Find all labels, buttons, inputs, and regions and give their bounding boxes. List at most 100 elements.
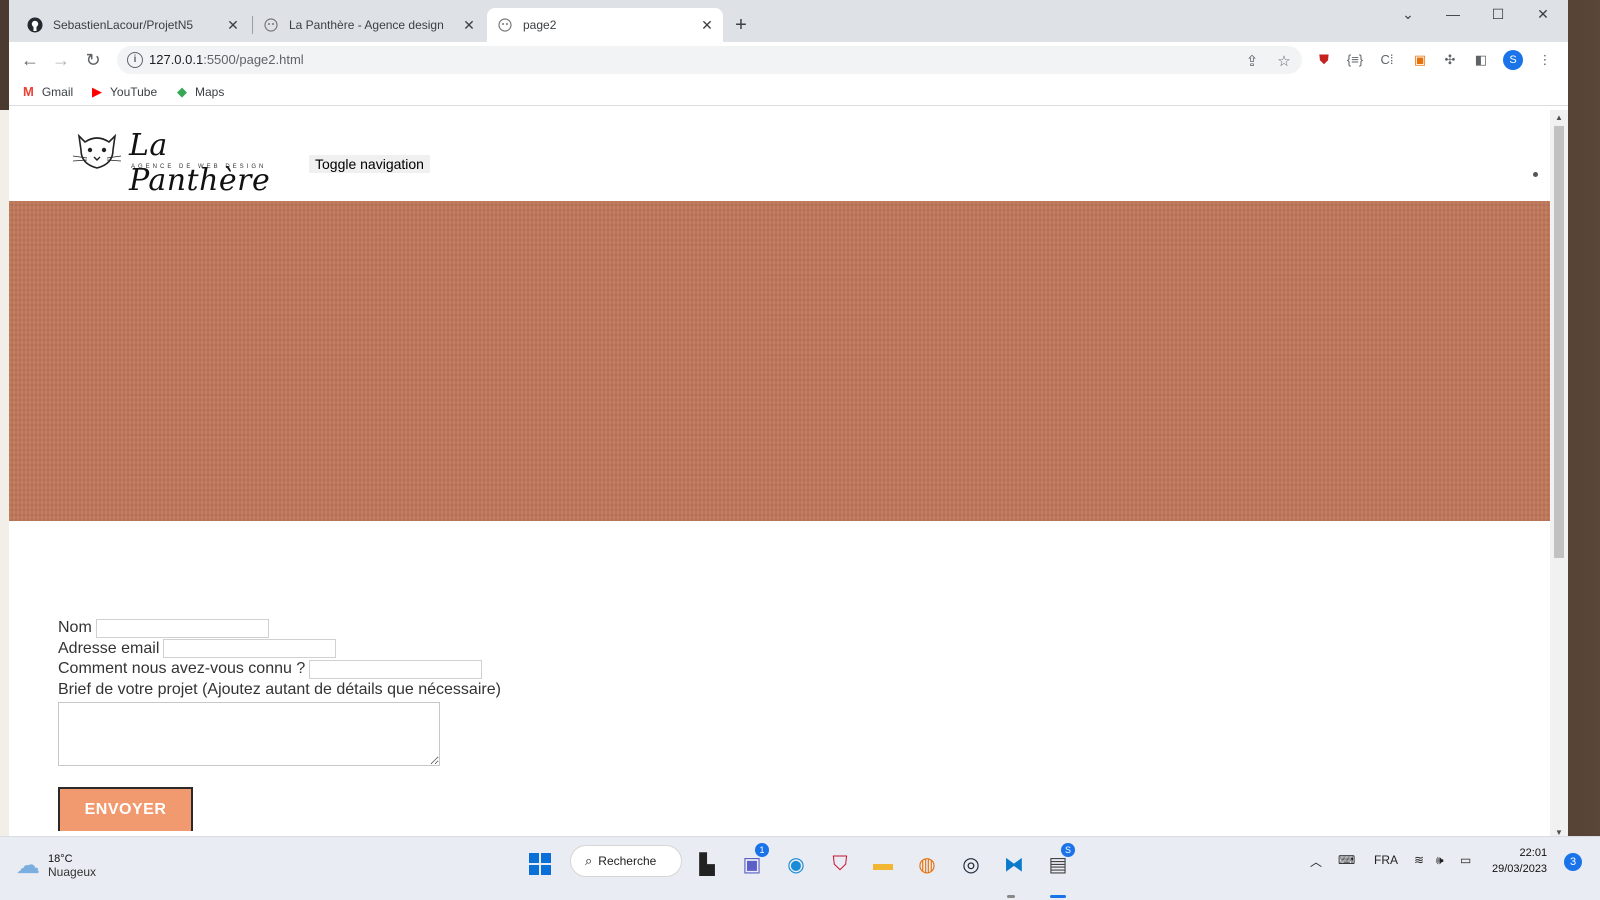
source-row: Comment nous avez-vous connu ?	[58, 659, 501, 680]
hero-banner	[9, 201, 1550, 521]
tab-github[interactable]: SebastienLacour/ProjetN5 ✕	[17, 8, 249, 42]
bookmark-gmail[interactable]: M Gmail	[23, 84, 73, 99]
browser-window: SebastienLacour/ProjetN5 ✕ La Panthère -…	[9, 0, 1568, 840]
file-explorer-icon[interactable]: ▬	[868, 849, 898, 879]
chrome-canary-icon[interactable]: ◍	[912, 849, 942, 879]
tab-page2[interactable]: page2 ✕	[487, 8, 723, 42]
keyboard-icon[interactable]: ⌨	[1338, 853, 1355, 867]
close-window-icon[interactable]: ✕	[1533, 6, 1553, 23]
close-tab-icon[interactable]: ✕	[225, 17, 241, 34]
email-row: Adresse email	[58, 639, 501, 660]
bookmarks-bar: M Gmail ▶ YouTube ◆ Maps	[9, 78, 1568, 106]
name-input[interactable]	[95, 618, 269, 638]
gmail-icon: M	[23, 84, 34, 99]
volume-icon[interactable]: 🕪	[1436, 853, 1444, 868]
bookmark-label: Maps	[195, 85, 225, 99]
shield-extension-icon[interactable]: ⛊	[1315, 52, 1333, 68]
wifi-icon[interactable]: ≋	[1414, 853, 1424, 867]
language-indicator[interactable]: FRA	[1374, 853, 1398, 867]
nav-dot	[1533, 172, 1538, 177]
browser-toolbar: ← → ↻ i 127.0.0.1:5500/page2.html ⇪ ☆ ⛊ …	[9, 42, 1568, 78]
back-arrow-icon[interactable]: ←	[20, 50, 40, 70]
toggle-navigation-button[interactable]: Toggle navigation	[309, 155, 430, 173]
windows-start-icon[interactable]	[525, 849, 555, 879]
bookmark-youtube[interactable]: ▶ YouTube	[92, 84, 157, 100]
search-icon: ⌕	[585, 853, 593, 868]
cloud-icon: ☁	[16, 852, 40, 879]
clock-date: 29/03/2023	[1492, 863, 1548, 875]
tray-chevron-icon[interactable]: ︿	[1310, 853, 1322, 870]
profile-avatar[interactable]: S	[1503, 50, 1523, 70]
tab-title: page2	[523, 18, 557, 32]
page-viewport: La Panthère AGENCE DE WEB DESIGN Toggle …	[9, 110, 1550, 840]
source-label: Comment nous avez-vous connu ?	[58, 660, 306, 678]
off-extension-icon[interactable]: ▣	[1411, 52, 1429, 68]
teams-badge: 1	[755, 843, 769, 857]
c-extension-icon[interactable]: C⁞	[1378, 52, 1396, 68]
bookmark-maps[interactable]: ◆ Maps	[177, 84, 224, 100]
close-tab-icon[interactable]: ✕	[461, 17, 477, 34]
tab-search-chevron-icon[interactable]: ⌄	[1398, 6, 1418, 23]
taskbar-search[interactable]: ⌕ Recherche	[570, 845, 682, 877]
side-panel-icon[interactable]: ◧	[1472, 52, 1490, 68]
minimize-icon[interactable]: —	[1443, 6, 1463, 22]
name-label: Nom	[58, 619, 92, 637]
json-extension-icon[interactable]: {≡}	[1346, 52, 1364, 68]
url-text: 127.0.0.1:5500/page2.html	[149, 52, 304, 67]
email-label: Adresse email	[58, 639, 160, 657]
tab-title: SebastienLacour/ProjetN5	[53, 18, 194, 32]
page-scrollbar[interactable]: ▲ ▼	[1550, 110, 1568, 840]
tab-la-panthere[interactable]: La Panthère - Agence design ✕	[253, 8, 485, 42]
weather-temp: 18°C	[48, 852, 73, 865]
reload-icon[interactable]: ↻	[83, 50, 103, 70]
new-tab-icon[interactable]: +	[729, 14, 753, 37]
site-info-icon[interactable]: i	[127, 52, 143, 68]
brief-label: Brief de votre projet (Ajoutez autant de…	[58, 680, 501, 698]
contact-form: Nom Adresse email Comment nous avez-vous…	[58, 618, 501, 771]
steam-icon[interactable]: ◎	[956, 849, 986, 879]
edge-icon[interactable]: ◉	[781, 849, 811, 879]
notepad-badge: S	[1061, 843, 1075, 857]
brief-textarea[interactable]	[58, 702, 440, 766]
source-input[interactable]	[309, 659, 483, 679]
menu-kebab-icon[interactable]: ⋮	[1536, 52, 1554, 68]
logo-subtitle: AGENCE DE WEB DESIGN	[131, 164, 267, 170]
address-bar[interactable]: i 127.0.0.1:5500/page2.html ⇪ ☆	[117, 46, 1302, 74]
scroll-up-arrow-icon[interactable]: ▲	[1555, 113, 1563, 122]
share-icon[interactable]: ⇪	[1243, 52, 1261, 70]
youtube-icon: ▶	[92, 84, 102, 99]
panther-logo-icon	[72, 133, 122, 169]
weather-widget[interactable]: ☁ 18°C Nuageux	[16, 851, 96, 880]
github-icon	[27, 17, 43, 33]
mcafee-icon[interactable]: ⛉	[825, 849, 855, 879]
maps-icon: ◆	[177, 84, 187, 99]
extensions-puzzle-icon[interactable]: ✣	[1441, 52, 1459, 68]
close-tab-icon[interactable]: ✕	[699, 17, 715, 34]
background-window-edge	[0, 110, 9, 840]
tab-title: La Panthère - Agence design	[289, 18, 444, 32]
system-clock[interactable]: 22:01 29/03/2023	[1492, 845, 1547, 877]
weather-desc: Nuageux	[48, 864, 97, 879]
tab-bar: SebastienLacour/ProjetN5 ✕ La Panthère -…	[9, 0, 1568, 42]
submit-button[interactable]: ENVOYER	[58, 787, 193, 831]
maximize-icon[interactable]: ☐	[1488, 6, 1508, 23]
windows-taskbar: ☁ 18°C Nuageux ⌕ Recherche ▙ ▣ 1 ◉ ⛉ ▬ ◍…	[0, 836, 1600, 900]
notification-badge[interactable]: 3	[1564, 853, 1582, 871]
panther-icon	[497, 17, 513, 33]
email-input[interactable]	[163, 639, 337, 659]
vscode-icon[interactable]: ⧓	[999, 849, 1029, 879]
task-view-icon[interactable]: ▙	[692, 849, 722, 879]
battery-icon[interactable]: ▭	[1460, 853, 1471, 867]
forward-arrow-icon[interactable]: →	[51, 50, 71, 70]
site-logo[interactable]: La Panthère AGENCE DE WEB DESIGN	[71, 126, 291, 198]
scrollbar-thumb[interactable]	[1554, 126, 1564, 558]
active-indicator	[1050, 895, 1066, 898]
name-row: Nom	[58, 618, 501, 639]
search-label: Recherche	[598, 854, 657, 868]
clock-time: 22:01	[1519, 847, 1548, 859]
bookmark-label: Gmail	[41, 84, 74, 99]
bookmark-label: YouTube	[110, 85, 158, 99]
logo-title: La Panthère	[129, 128, 271, 198]
brief-row: Brief de votre projet (Ajoutez autant de…	[58, 680, 501, 701]
bookmark-star-icon[interactable]: ☆	[1275, 52, 1293, 70]
